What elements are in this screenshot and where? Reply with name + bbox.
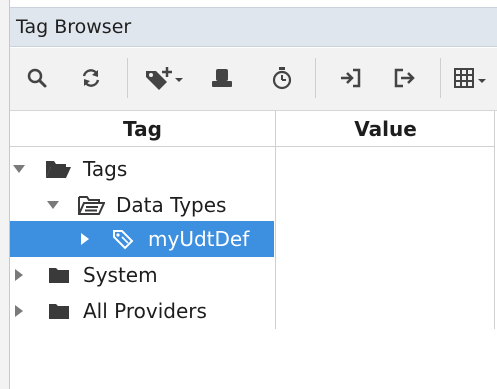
tag-plus-icon [146,67,183,90]
column-divider [275,111,276,329]
folder-icon [46,265,72,285]
toolbar-separator [440,58,441,98]
export-button[interactable] [388,60,422,96]
refresh-icon [82,69,100,87]
folder-open-icon [43,158,73,180]
clock-icon [272,67,292,90]
panel-title: Tag Browser [16,16,132,38]
import-icon [341,68,361,88]
tree-row-label: myUdtDef [148,227,250,251]
toolbar-separator [127,58,128,98]
folder-open-outline-icon [76,194,106,216]
tag-edit-icon [212,69,232,87]
column-divider [494,111,495,329]
tree-row-myudtdef[interactable]: myUdtDef [10,221,274,257]
import-button[interactable] [334,60,368,96]
column-header-tag[interactable]: Tag [10,111,275,147]
tree-row-label: Tags [83,157,128,181]
search-icon [27,68,47,88]
history-button[interactable] [265,60,299,96]
table-icon [454,68,486,88]
tree-row-label: System [83,263,158,287]
panel-title-bar: Tag Browser [10,7,497,47]
toolbar-separator [315,58,316,98]
folder-icon [46,301,72,321]
tree-row-tags[interactable]: Tags [10,151,274,187]
chevron-down-icon[interactable] [46,201,60,209]
add-tag-button[interactable] [141,60,187,96]
edit-tag-button[interactable] [205,60,239,96]
columns-button[interactable] [450,60,496,96]
export-icon [394,68,415,88]
udt-tag-icon [109,228,137,250]
tag-browser-panel: Tag Browser Tag Value Tags Data Types my… [9,0,497,389]
column-header-value[interactable]: Value [276,111,495,147]
refresh-button[interactable] [74,60,108,96]
chevron-right-icon[interactable] [14,269,24,281]
tree-row-label: Data Types [116,193,227,217]
tree-row-data-types[interactable]: Data Types [10,187,274,223]
toolbar [10,48,497,111]
chevron-right-icon[interactable] [78,233,92,245]
chevron-right-icon[interactable] [14,305,24,317]
column-header-tag-label: Tag [123,116,162,141]
chevron-down-icon[interactable] [12,165,26,173]
tree-row-system[interactable]: System [10,257,274,293]
tag-table: Tag Value Tags Data Types myUdtDef Syste… [10,111,497,389]
tree-row-all-providers[interactable]: All Providers [10,293,274,329]
search-button[interactable] [20,60,54,96]
column-header-value-label: Value [354,116,417,141]
tree-row-label: All Providers [83,299,207,323]
